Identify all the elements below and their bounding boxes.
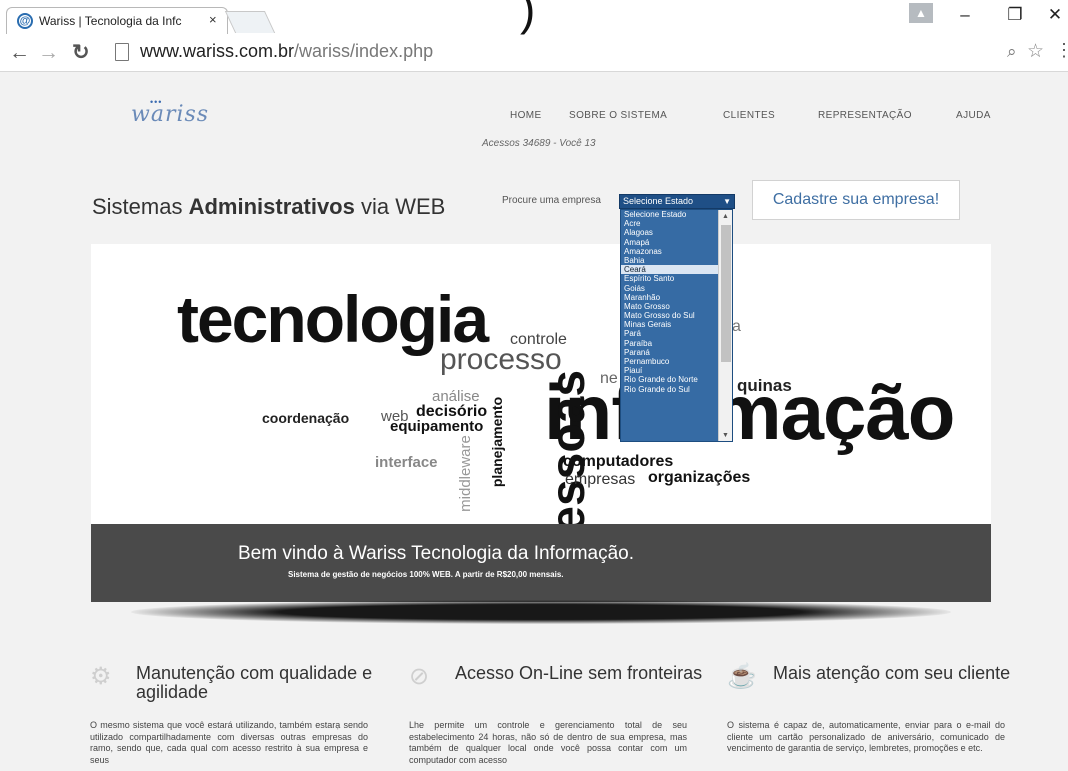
tab-close-icon[interactable]: × <box>209 12 217 27</box>
dropdown-option[interactable]: Pernambuco <box>621 357 732 366</box>
word-equipamento: equipamento <box>390 418 484 435</box>
banner-shadow <box>131 600 951 624</box>
feature-title: Mais atenção com seu cliente <box>773 663 1011 683</box>
nav-representacao[interactable]: REPRESENTAÇÃO <box>818 110 912 121</box>
page-headline: Sistemas Administrativos via WEB <box>92 194 446 219</box>
access-counter: Acessos 34689 - Você 13 <box>482 138 596 149</box>
dropdown-option[interactable]: Selecione Estado <box>621 210 732 219</box>
dropdown-option[interactable]: Rio Grande do Sul <box>621 385 732 394</box>
dropdown-option[interactable]: Paraná <box>621 348 732 357</box>
coffee-icon: ☕ <box>727 663 757 690</box>
dropdown-option[interactable]: Bahia <box>621 256 732 265</box>
bookmark-star-icon[interactable]: ☆ <box>1027 40 1044 63</box>
browser-tab[interactable]: @ Wariss | Tecnologia da Infc × <box>6 7 228 34</box>
welcome-title: Bem vindo à Wariss Tecnologia da Informa… <box>238 543 635 564</box>
welcome-band: Bem vindo à Wariss Tecnologia da Informa… <box>91 524 991 602</box>
dropdown-option[interactable]: Piauí <box>621 366 732 375</box>
word-a: a <box>732 318 741 335</box>
word-coordenacao: coordenação <box>262 410 350 426</box>
state-dropdown-list[interactable]: Selecione Estado Acre Alagoas Amapá Amazonas… <box>620 209 733 442</box>
menu-icon[interactable]: ⋮ <box>1055 40 1068 61</box>
dropdown-scrollbar[interactable]: ▲ ▼ <box>718 210 732 441</box>
state-select[interactable]: Selecione Estado ▼ <box>619 194 735 209</box>
minimize-icon[interactable]: – <box>950 1 980 29</box>
window-glyph: ) <box>520 0 536 35</box>
register-company-button[interactable]: Cadastre sua empresa! <box>752 180 960 220</box>
word-middleware: middleware <box>456 435 474 512</box>
tab-title: Wariss | Tecnologia da Infc <box>39 14 182 28</box>
word-analise: análise <box>432 388 480 405</box>
dropdown-option[interactable]: Ceará <box>621 265 732 275</box>
dropdown-option[interactable]: Maranhão <box>621 293 732 302</box>
feature-text: O sistema é capaz de, automaticamente, e… <box>727 720 1005 753</box>
site-favicon-icon: @ <box>17 13 33 29</box>
site-header: ••• wariss HOME SOBRE O SISTEMA CLIENTES… <box>0 72 1068 154</box>
scroll-down-icon[interactable]: ▼ <box>722 432 729 439</box>
gears-icon: ⚙ <box>90 663 112 690</box>
nav-clientes[interactable]: CLIENTES <box>723 110 775 121</box>
scrollbar-thumb[interactable] <box>721 225 731 362</box>
dropdown-option[interactable]: Mato Grosso do Sul <box>621 311 732 320</box>
word-planejamento: planejamento <box>489 396 506 488</box>
word-organizacoes: organizações <box>648 469 751 486</box>
dropdown-option[interactable]: Espírito Santo <box>621 274 732 283</box>
dropdown-arrow-icon: ▼ <box>723 197 731 206</box>
dropdown-option[interactable]: Alagoas <box>621 228 732 237</box>
dropdown-option[interactable]: Goiás <box>621 284 732 293</box>
nav-home[interactable]: HOME <box>510 110 542 121</box>
word-interface: interface <box>375 454 438 471</box>
close-window-icon[interactable]: ✕ <box>1040 1 1068 29</box>
dropdown-option[interactable]: Amapá <box>621 238 732 247</box>
feature-title: Manutenção com qualidade e agilidade <box>136 663 373 702</box>
word-empresas: empresas <box>565 471 636 488</box>
feature-text: Lhe permite um controle e gerenciamento … <box>409 720 687 765</box>
url-text[interactable]: www.wariss.com.br/wariss/index.php <box>140 41 433 62</box>
browser-toolbar: ← → ↻ www.wariss.com.br/wariss/index.php… <box>0 35 1068 72</box>
browser-tabstrip: @ Wariss | Tecnologia da Infc × ) ▲ – ❐ … <box>0 0 1068 35</box>
restore-icon[interactable]: ❐ <box>1000 1 1030 29</box>
dropdown-option[interactable]: Rio Grande do Norte <box>621 375 732 384</box>
reload-icon[interactable]: ↻ <box>72 41 90 65</box>
site-logo[interactable]: wariss <box>131 102 209 127</box>
dropdown-option[interactable]: Pará <box>621 329 732 338</box>
address-bar[interactable]: www.wariss.com.br/wariss/index.php ⌕ ☆ ⋮ <box>110 40 1068 66</box>
profile-icon[interactable]: ▲ <box>909 3 933 23</box>
word-informacao: informação <box>544 368 955 456</box>
dropdown-option[interactable]: Amazonas <box>621 247 732 256</box>
search-label: Procure uma empresa <box>502 195 601 206</box>
dropdown-option[interactable]: Mato Grosso <box>621 302 732 311</box>
dropdown-option[interactable]: Minas Gerais <box>621 320 732 329</box>
nav-ajuda[interactable]: AJUDA <box>956 110 991 121</box>
forward-arrow-icon[interactable]: → <box>38 41 59 65</box>
zoom-icon[interactable]: ⌕ <box>1007 42 1017 62</box>
feature-text: O mesmo sistema que você estará utilizan… <box>90 720 368 765</box>
word-computadores: computadores <box>563 453 674 470</box>
welcome-subtitle: Sistema de gestão de negócios 100% WEB. … <box>288 570 564 579</box>
scroll-up-icon[interactable]: ▲ <box>722 213 729 220</box>
hero-banner: tecnologia controle processo ne a quinas… <box>91 244 991 602</box>
dropdown-option[interactable]: Acre <box>621 219 732 228</box>
nav-sobre[interactable]: SOBRE O SISTEMA <box>569 110 667 121</box>
new-tab-button[interactable] <box>224 11 276 33</box>
site-body: Sistemas Administrativos via WEB Procure… <box>0 154 1068 771</box>
feature-title: Acesso On-Line sem fronteiras <box>455 663 703 683</box>
page-icon <box>115 43 129 61</box>
back-arrow-icon[interactable]: ← <box>9 41 30 65</box>
compass-icon: ⊘ <box>409 663 430 690</box>
dropdown-option[interactable]: Paraíba <box>621 339 732 348</box>
